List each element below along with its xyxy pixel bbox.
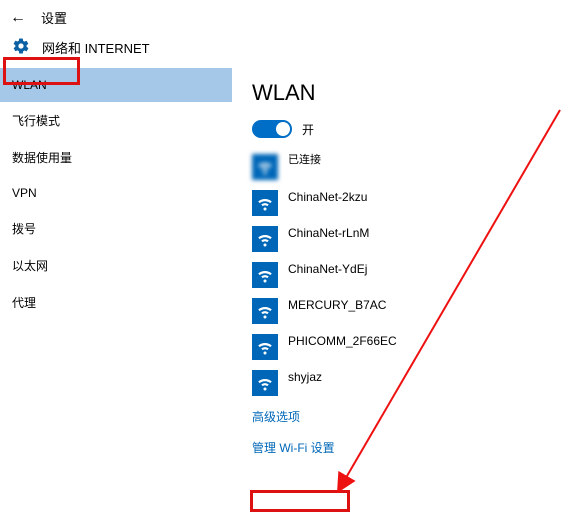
- wifi-icon: [252, 334, 278, 360]
- network-item[interactable]: ChinaNet-YdEj: [252, 262, 558, 288]
- wifi-icon: [252, 262, 278, 288]
- network-list: 已连接 ChinaNet-2kzu ChinaNet-rLnM ChinaNet…: [252, 154, 558, 396]
- wlan-toggle-row: 开: [252, 120, 558, 138]
- network-name: ChinaNet-YdEj: [288, 262, 367, 277]
- wifi-icon: [252, 298, 278, 324]
- content-pane: WLAN 开 已连接 ChinaNet-2kzu ChinaNet: [232, 68, 574, 532]
- network-status: 已连接: [288, 154, 321, 168]
- sidebar: WLAN 飞行模式 数据使用量 VPN 拨号 以太网 代理: [0, 68, 232, 532]
- sidebar-item-label: VPN: [12, 186, 37, 200]
- wlan-toggle[interactable]: [252, 120, 292, 138]
- section-header: 网络和 INTERNET: [0, 31, 574, 68]
- network-name: MERCURY_B7AC: [288, 298, 386, 313]
- link-advanced-options[interactable]: 高级选项: [252, 408, 558, 425]
- sidebar-item-wlan[interactable]: WLAN: [0, 68, 232, 102]
- section-title: 网络和 INTERNET: [42, 38, 150, 57]
- sidebar-item-airplane[interactable]: 飞行模式: [0, 102, 232, 139]
- network-name: ChinaNet-rLnM: [288, 226, 369, 241]
- sidebar-item-vpn[interactable]: VPN: [0, 176, 232, 210]
- wlan-toggle-label: 开: [302, 121, 314, 138]
- sidebar-item-label: 数据使用量: [12, 151, 72, 165]
- network-name: shyjaz: [288, 370, 322, 385]
- sidebar-item-ethernet[interactable]: 以太网: [0, 247, 232, 284]
- network-name: ChinaNet-2kzu: [288, 190, 367, 205]
- wifi-icon: [252, 370, 278, 396]
- link-manage-wifi[interactable]: 管理 Wi-Fi 设置: [252, 439, 558, 456]
- sidebar-item-label: WLAN: [12, 78, 47, 92]
- network-name: PHICOMM_2F66EC: [288, 334, 397, 349]
- network-item[interactable]: 已连接: [252, 154, 558, 180]
- network-item[interactable]: PHICOMM_2F66EC: [252, 334, 558, 360]
- header-title: 设置: [41, 8, 67, 27]
- sidebar-item-dialup[interactable]: 拨号: [0, 210, 232, 247]
- sidebar-item-label: 拨号: [12, 222, 36, 236]
- back-arrow-icon[interactable]: ←: [10, 9, 26, 27]
- sidebar-item-data-usage[interactable]: 数据使用量: [0, 139, 232, 176]
- page-title: WLAN: [252, 80, 558, 106]
- network-item[interactable]: shyjaz: [252, 370, 558, 396]
- network-item[interactable]: MERCURY_B7AC: [252, 298, 558, 324]
- sidebar-item-proxy[interactable]: 代理: [0, 284, 232, 321]
- wifi-icon: [252, 190, 278, 216]
- wifi-icon: [252, 154, 278, 180]
- sidebar-item-label: 以太网: [12, 259, 48, 273]
- sidebar-item-label: 飞行模式: [12, 114, 60, 128]
- network-item[interactable]: ChinaNet-rLnM: [252, 226, 558, 252]
- window-header: ← 设置: [0, 0, 574, 31]
- network-item[interactable]: ChinaNet-2kzu: [252, 190, 558, 216]
- wifi-icon: [252, 226, 278, 252]
- gear-icon: [12, 37, 30, 58]
- sidebar-item-label: 代理: [12, 296, 36, 310]
